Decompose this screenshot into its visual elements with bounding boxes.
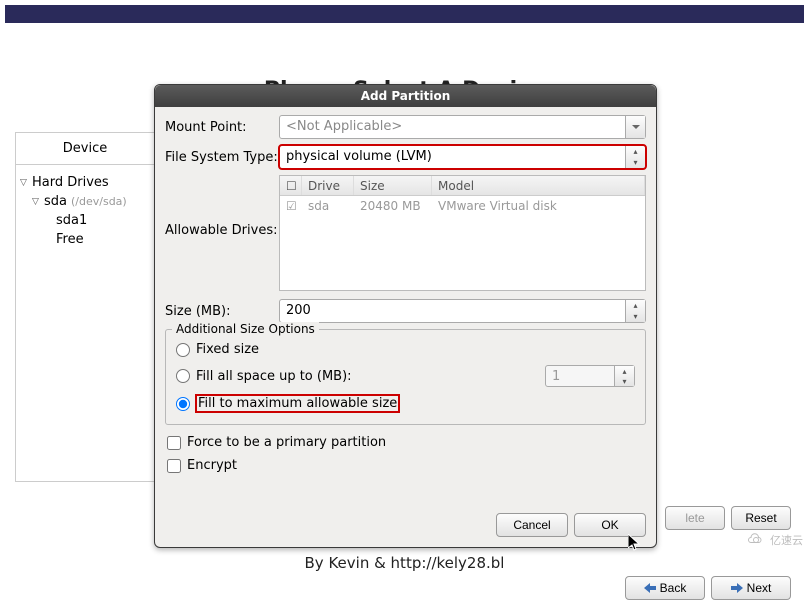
back-button[interactable]: Back [625, 576, 705, 600]
credit-text: By Kevin & http://kely28.bl [0, 554, 809, 572]
radio-fill-max[interactable]: Fill to maximum allowable size [174, 391, 637, 416]
checkbox-label: Encrypt [187, 458, 237, 473]
allowable-drives-table: ☐ Drive Size Model ☑ sda 20480 MB VMware… [279, 175, 646, 291]
device-tree-body: ▽ Hard Drives ▽ sda (/dev/sda) sda1 Free [16, 165, 154, 257]
radio-label: Fill to maximum allowable size [196, 395, 399, 412]
row-size: 20480 MB [354, 196, 432, 216]
radio-input[interactable] [176, 369, 190, 383]
fill-up-to-input[interactable]: 1 ▴▾ [545, 365, 635, 387]
device-path: (/dev/sda) [71, 195, 127, 208]
tree-node-sda1[interactable]: sda1 [20, 211, 150, 230]
size-value: 200 [280, 300, 625, 322]
brand-text: 亿速云 [770, 532, 803, 548]
corner-brand: 亿速云 [746, 532, 803, 548]
tree-node-free[interactable]: Free [20, 230, 150, 249]
mount-point-combo[interactable]: <Not Applicable> [279, 115, 646, 139]
fs-type-label: File System Type: [165, 150, 279, 165]
row-checkbox[interactable]: ☑ [280, 196, 302, 216]
size-label: Size (MB): [165, 304, 279, 319]
checkbox-label: Force to be a primary partition [187, 435, 386, 450]
radio-fixed-size[interactable]: Fixed size [174, 338, 637, 361]
row-model: VMware Virtual disk [432, 196, 645, 216]
radio-label: Fixed size [196, 342, 259, 357]
checkbox-input[interactable] [167, 436, 181, 450]
wizard-nav: Back Next [625, 576, 791, 600]
cloud-icon [746, 533, 766, 547]
checkbox-input[interactable] [167, 459, 181, 473]
spinner-icon[interactable]: ▴▾ [625, 300, 645, 322]
add-partition-dialog: Add Partition Mount Point: <Not Applicab… [154, 84, 657, 548]
spinner-icon[interactable]: ▴▾ [614, 366, 634, 386]
device-tree-panel: Device ▽ Hard Drives ▽ sda (/dev/sda) sd… [15, 132, 155, 482]
table-row[interactable]: ☑ sda 20480 MB VMware Virtual disk [280, 196, 645, 216]
group-title: Additional Size Options [172, 322, 319, 336]
checkbox-encrypt[interactable]: Encrypt [165, 454, 646, 477]
arrow-left-icon [644, 583, 656, 593]
reset-button[interactable]: Reset [731, 506, 791, 530]
fs-type-value: physical volume (LVM) [280, 146, 625, 168]
tree-label: sda1 [56, 213, 87, 228]
device-tree-header: Device [16, 133, 154, 165]
mount-point-label: Mount Point: [165, 120, 279, 135]
tree-node-hard-drives[interactable]: ▽ Hard Drives [20, 173, 150, 192]
col-size[interactable]: Size [354, 176, 432, 195]
allowable-drives-label: Allowable Drives: [165, 175, 279, 238]
fs-type-combo[interactable]: physical volume (LVM) ▴▾ [279, 145, 646, 169]
next-button[interactable]: Next [711, 576, 791, 600]
radio-input[interactable] [176, 343, 190, 357]
fill-up-to-value: 1 [546, 366, 614, 386]
top-window-bar [5, 5, 804, 23]
col-model[interactable]: Model [432, 176, 645, 195]
collapse-icon: ▽ [32, 197, 40, 207]
radio-input[interactable] [176, 397, 190, 411]
delete-button-partial[interactable]: lete [665, 506, 725, 530]
spinner-icon[interactable]: ▴▾ [625, 146, 645, 168]
dialog-title: Add Partition [155, 85, 656, 107]
size-input[interactable]: 200 ▴▾ [279, 299, 646, 323]
radio-label: Fill all space up to (MB): [196, 369, 352, 384]
back-label: Back [660, 581, 687, 595]
additional-size-group: Additional Size Options Fixed size Fill … [165, 329, 646, 425]
col-drive[interactable]: Drive [302, 176, 354, 195]
background-actions: lete Reset [665, 506, 791, 530]
arrow-right-icon [731, 583, 743, 593]
cancel-button[interactable]: Cancel [496, 513, 568, 537]
chevron-down-icon[interactable] [625, 116, 645, 138]
mount-point-value: <Not Applicable> [280, 116, 625, 138]
row-drive: sda [302, 196, 354, 216]
radio-fill-up-to[interactable]: Fill all space up to (MB): 1 ▴▾ [174, 361, 637, 391]
ok-button[interactable]: OK [574, 513, 646, 537]
table-header: ☐ Drive Size Model [280, 176, 645, 196]
collapse-icon: ▽ [20, 178, 28, 188]
tree-node-sda[interactable]: ▽ sda (/dev/sda) [20, 192, 150, 211]
tree-label: Hard Drives [32, 175, 109, 190]
col-check[interactable]: ☐ [280, 176, 302, 195]
checkbox-force-primary[interactable]: Force to be a primary partition [165, 431, 646, 454]
tree-label: sda [44, 194, 67, 209]
tree-label: Free [56, 232, 84, 247]
next-label: Next [747, 581, 772, 595]
